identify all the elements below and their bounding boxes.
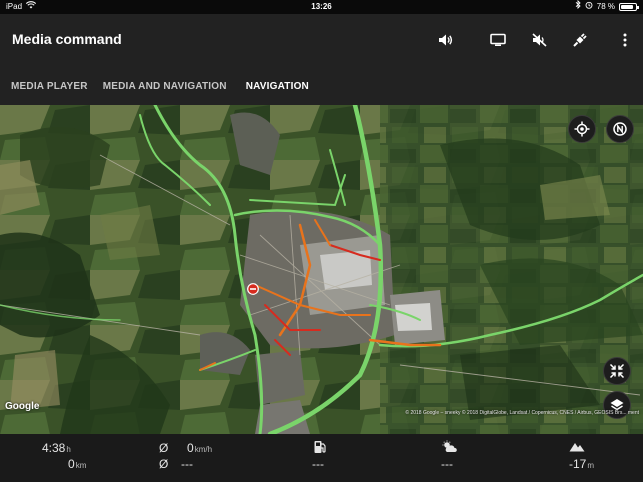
- trip-distance-unit: km: [75, 461, 87, 470]
- weather-value: ---: [441, 457, 453, 471]
- fuel-pump-icon: [313, 440, 327, 454]
- average-speed-symbol: Ø: [159, 441, 169, 455]
- altitude: -17m: [569, 457, 594, 471]
- north-compass-button[interactable]: [606, 115, 634, 143]
- average-speed-unit: km/h: [194, 445, 213, 454]
- status-bar: iPad 13:26 78 %: [0, 0, 643, 14]
- disconnect-plug-icon[interactable]: [569, 29, 591, 51]
- satellite-map[interactable]: Google © 2018 Google – sneeky © 2018 Dig…: [0, 105, 643, 434]
- volume-icon[interactable]: [435, 29, 457, 51]
- more-options-icon[interactable]: [614, 29, 636, 51]
- average-consumption-symbol: Ø: [159, 457, 169, 471]
- status-time: 13:26: [311, 2, 332, 11]
- average-consumption-value: ---: [181, 457, 193, 471]
- trip-distance-value: 0: [68, 457, 75, 471]
- alarm-icon: [585, 0, 593, 14]
- fuel-value: ---: [312, 457, 324, 471]
- trip-time-unit: h: [66, 445, 71, 454]
- battery-percent: 78 %: [596, 2, 615, 11]
- collapse-map-button[interactable]: [603, 357, 631, 385]
- app-title: Media command: [12, 31, 122, 47]
- average-speed-value: 0: [187, 441, 194, 455]
- altitude-mountain-icon: [569, 441, 585, 452]
- crosshair-icon: [574, 121, 590, 137]
- altitude-unit: m: [587, 461, 595, 470]
- altitude-value: -17: [569, 457, 587, 471]
- tab-media-player[interactable]: MEDIA PLAYER: [11, 77, 88, 96]
- app-header: Media command: [0, 14, 643, 67]
- battery-icon: [619, 3, 639, 11]
- google-logo: Google: [5, 401, 40, 412]
- screen-icon[interactable]: [487, 29, 509, 51]
- trip-info-bar: 4:38h 0km Ø 0km/h Ø --- --- --- -17m: [0, 434, 643, 482]
- locate-me-button[interactable]: [568, 115, 596, 143]
- trip-distance: 0km: [68, 457, 86, 471]
- average-speed: 0km/h: [187, 441, 212, 455]
- tab-navigation[interactable]: NAVIGATION: [246, 77, 309, 96]
- collapse-arrows-icon: [609, 363, 625, 379]
- current-position-marker-icon: [247, 283, 259, 295]
- mute-icon[interactable]: [529, 29, 551, 51]
- tab-media-and-navigation[interactable]: MEDIA AND NAVIGATION: [103, 77, 227, 96]
- trip-time-value: 4:38: [42, 441, 66, 455]
- status-right: 78 %: [575, 0, 639, 14]
- satellite-terrain: [0, 105, 643, 434]
- map-attribution: © 2018 Google – sneeky © 2018 DigitalGlo…: [405, 410, 639, 416]
- trip-time: 4:38h: [42, 441, 71, 455]
- bluetooth-icon: [575, 0, 581, 14]
- compass-north-icon: [613, 122, 627, 136]
- tab-bar: MEDIA PLAYER MEDIA AND NAVIGATION NAVIGA…: [0, 67, 643, 105]
- weather-cloud-sun-icon: [441, 440, 459, 454]
